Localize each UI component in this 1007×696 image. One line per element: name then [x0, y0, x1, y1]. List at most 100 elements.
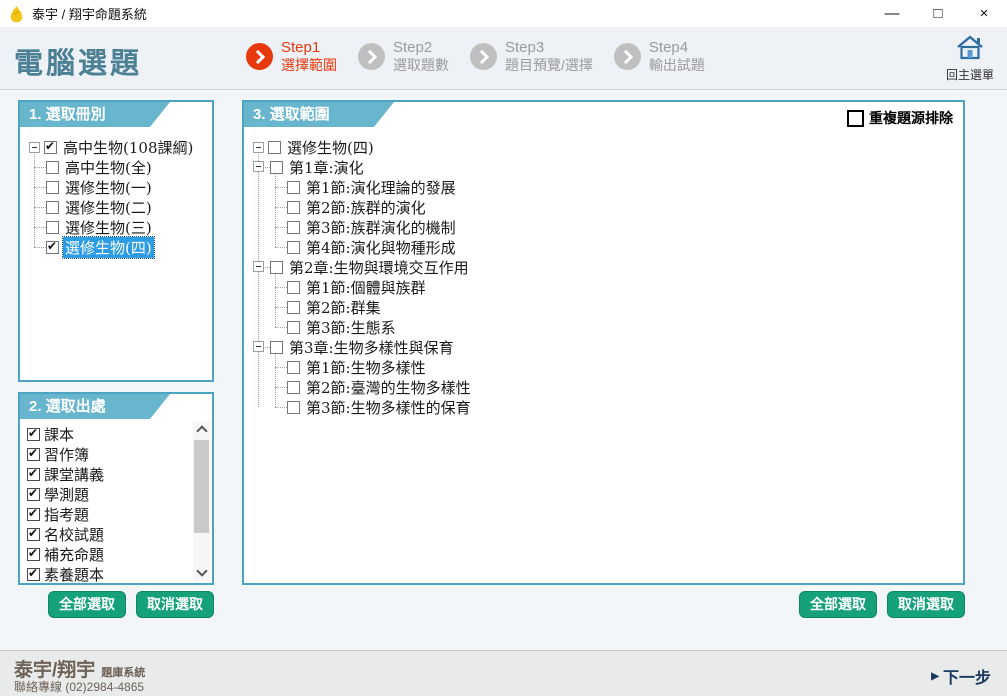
tree-row: 第1節:演化理論的發展: [287, 177, 963, 197]
tree-label[interactable]: 高中生物(108課綱): [61, 137, 195, 158]
scroll-up-icon[interactable]: [193, 421, 210, 438]
tree-checkbox[interactable]: [287, 361, 300, 374]
tree-checkbox[interactable]: [287, 241, 300, 254]
tree-checkbox[interactable]: [270, 161, 283, 174]
tree-label[interactable]: 選修生物(四): [63, 237, 154, 258]
tree-checkbox[interactable]: [46, 221, 59, 234]
collapse-expander-icon[interactable]: [253, 161, 264, 172]
contact-line: 聯絡專線 (02)2984-4865: [14, 678, 144, 695]
tree-node: 高中生物(全): [46, 157, 212, 177]
tree-checkbox[interactable]: [268, 141, 281, 154]
source-checkbox[interactable]: [27, 468, 40, 481]
source-label[interactable]: 名校試題: [44, 524, 104, 545]
tree-label[interactable]: 第1節:演化理論的發展: [304, 177, 458, 198]
source-label[interactable]: 補充命題: [44, 544, 104, 565]
tree-label[interactable]: 第1章:演化: [287, 157, 366, 178]
source-checkbox[interactable]: [27, 568, 40, 581]
scope-buttons: 全部選取 取消選取: [242, 591, 965, 618]
tree-checkbox[interactable]: [287, 201, 300, 214]
minimize-icon[interactable]: —: [869, 0, 915, 27]
tree-checkbox[interactable]: [287, 221, 300, 234]
source-label[interactable]: 習作簿: [44, 444, 89, 465]
window-title: 泰宇 / 翔宇命題系統: [32, 4, 147, 23]
tree-label[interactable]: 第1節:個體與族群: [304, 277, 428, 298]
scroll-down-icon[interactable]: [193, 564, 210, 581]
select-all-sources-button[interactable]: 全部選取: [48, 591, 126, 618]
tree-label[interactable]: 高中生物(全): [63, 157, 154, 178]
collapse-expander-icon[interactable]: [253, 341, 264, 352]
tree-node: 高中生物(108課綱)高中生物(全)選修生物(一)選修生物(二)選修生物(三)選…: [29, 137, 212, 257]
tree-label[interactable]: 第3節:生態系: [304, 317, 398, 338]
tree-node: 第1節:生物多樣性: [287, 357, 963, 377]
application-window: 泰宇 / 翔宇命題系統 — □ × 電腦選題 Step1選擇範圍Step2選取題…: [0, 0, 1007, 696]
tree-checkbox[interactable]: [46, 181, 59, 194]
tree-label[interactable]: 選修生物(二): [63, 197, 154, 218]
tree-label[interactable]: 第2節:臺灣的生物多樣性: [304, 377, 473, 398]
panel-select-source-title: 2. 選取出處: [20, 394, 170, 419]
close-icon[interactable]: ×: [961, 0, 1007, 27]
source-label[interactable]: 素養題本: [44, 564, 104, 585]
tree-node: 選修生物(三): [46, 217, 212, 237]
tree-label[interactable]: 第2節:族群的演化: [304, 197, 428, 218]
tree-checkbox[interactable]: [287, 381, 300, 394]
tree-checkbox[interactable]: [270, 261, 283, 274]
scrollbar-thumb[interactable]: [194, 440, 209, 533]
scrollbar[interactable]: [193, 421, 210, 581]
dedupe-checkbox[interactable]: [847, 110, 864, 127]
tree-checkbox[interactable]: [287, 301, 300, 314]
tree-label[interactable]: 第3章:生物多樣性與保育: [287, 337, 456, 358]
tree-node: 選修生物(二): [46, 197, 212, 217]
tree-row: 第3節:族群演化的機制: [287, 217, 963, 237]
tree-checkbox[interactable]: [287, 321, 300, 334]
source-label[interactable]: 課堂講義: [44, 464, 104, 485]
step-3: Step3題目預覽/選擇: [470, 39, 593, 74]
tree-checkbox[interactable]: [270, 341, 283, 354]
home-button[interactable]: 回主選單: [941, 34, 999, 83]
source-item: 課本: [27, 424, 188, 444]
tree-row: 第1章:演化: [270, 157, 963, 177]
step-name: Step2: [393, 39, 449, 57]
tree-label[interactable]: 第4節:演化與物種形成: [304, 237, 458, 258]
page-title: 電腦選題: [14, 40, 142, 82]
tree-label[interactable]: 選修生物(四): [285, 137, 376, 158]
source-checkbox[interactable]: [27, 448, 40, 461]
source-buttons: 全部選取 取消選取: [18, 591, 214, 618]
source-label[interactable]: 指考題: [44, 504, 89, 525]
tree-checkbox[interactable]: [46, 241, 59, 254]
tree-checkbox[interactable]: [287, 401, 300, 414]
deselect-all-scope-button[interactable]: 取消選取: [887, 591, 965, 618]
tree-label[interactable]: 第2節:群集: [304, 297, 383, 318]
step-chevron-icon: [246, 43, 273, 70]
source-checkbox[interactable]: [27, 528, 40, 541]
deselect-all-sources-button[interactable]: 取消選取: [136, 591, 214, 618]
tree-node: 選修生物(四)第1章:演化第1節:演化理論的發展第2節:族群的演化第3節:族群演…: [253, 137, 963, 417]
tree-checkbox[interactable]: [46, 201, 59, 214]
select-all-scope-button[interactable]: 全部選取: [799, 591, 877, 618]
tree-checkbox[interactable]: [287, 281, 300, 294]
source-label[interactable]: 學測題: [44, 484, 89, 505]
collapse-expander-icon[interactable]: [29, 142, 40, 153]
tree-label[interactable]: 第3節:族群演化的機制: [304, 217, 458, 238]
step-2: Step2選取題數: [358, 39, 449, 74]
tree-label[interactable]: 選修生物(三): [63, 217, 154, 238]
source-checkbox[interactable]: [27, 548, 40, 561]
source-checkbox[interactable]: [27, 508, 40, 521]
tree-checkbox[interactable]: [44, 141, 57, 154]
source-item: 補充命題: [27, 544, 188, 564]
collapse-expander-icon[interactable]: [253, 261, 264, 272]
panel-select-volume-title: 1. 選取冊別: [20, 102, 170, 127]
tree-label[interactable]: 第2章:生物與環境交互作用: [287, 257, 471, 278]
tree-checkbox[interactable]: [46, 161, 59, 174]
source-checkbox[interactable]: [27, 428, 40, 441]
next-step-button[interactable]: ▶ 下一步: [931, 664, 991, 688]
tree-label[interactable]: 第1節:生物多樣性: [304, 357, 428, 378]
source-checkbox[interactable]: [27, 488, 40, 501]
tree-label[interactable]: 第3節:生物多樣性的保育: [304, 397, 473, 418]
maximize-icon[interactable]: □: [915, 0, 961, 27]
tree-label[interactable]: 選修生物(一): [63, 177, 154, 198]
tree-node: 第2節:族群的演化: [287, 197, 963, 217]
collapse-expander-icon[interactable]: [253, 142, 264, 153]
tree-checkbox[interactable]: [287, 181, 300, 194]
source-label[interactable]: 課本: [44, 424, 74, 445]
tree-node: 第3章:生物多樣性與保育第1節:生物多樣性第2節:臺灣的生物多樣性第3節:生物多…: [270, 337, 963, 417]
